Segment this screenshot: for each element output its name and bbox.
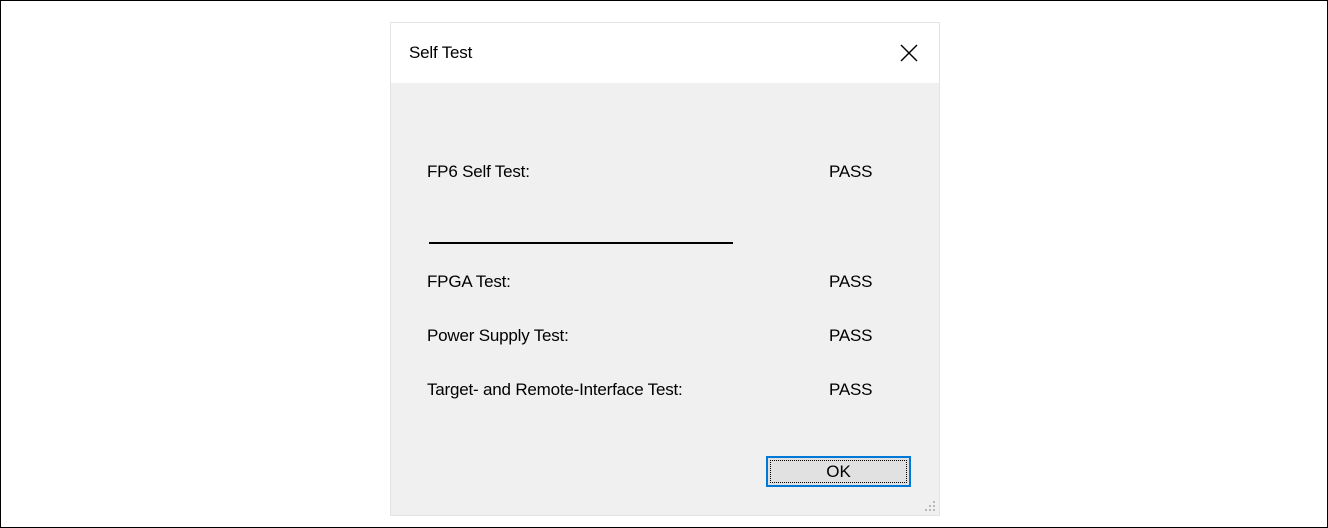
dialog-titlebar[interactable]: Self Test — [391, 23, 939, 83]
ok-button[interactable]: OK — [766, 456, 911, 487]
interface-test-label: Target- and Remote-Interface Test: — [427, 380, 683, 399]
dialog-title: Self Test — [409, 43, 473, 62]
power-supply-test-label: Power Supply Test: — [427, 326, 569, 345]
close-button[interactable] — [889, 33, 929, 73]
fp6-self-test-label: FP6 Self Test: — [427, 162, 530, 181]
resize-grip-icon[interactable] — [924, 500, 936, 512]
power-supply-test-result: PASS — [829, 326, 873, 345]
interface-test-result: PASS — [829, 380, 873, 399]
fpga-test-result: PASS — [829, 272, 873, 291]
self-test-dialog: Self Test FP6 Self Test: PASS FPGA Test:… — [390, 22, 940, 516]
ok-button-label: OK — [826, 461, 851, 481]
fp6-self-test-result: PASS — [829, 162, 873, 181]
separator-line — [429, 242, 733, 244]
fpga-test-label: FPGA Test: — [427, 272, 511, 291]
close-icon — [900, 44, 918, 62]
